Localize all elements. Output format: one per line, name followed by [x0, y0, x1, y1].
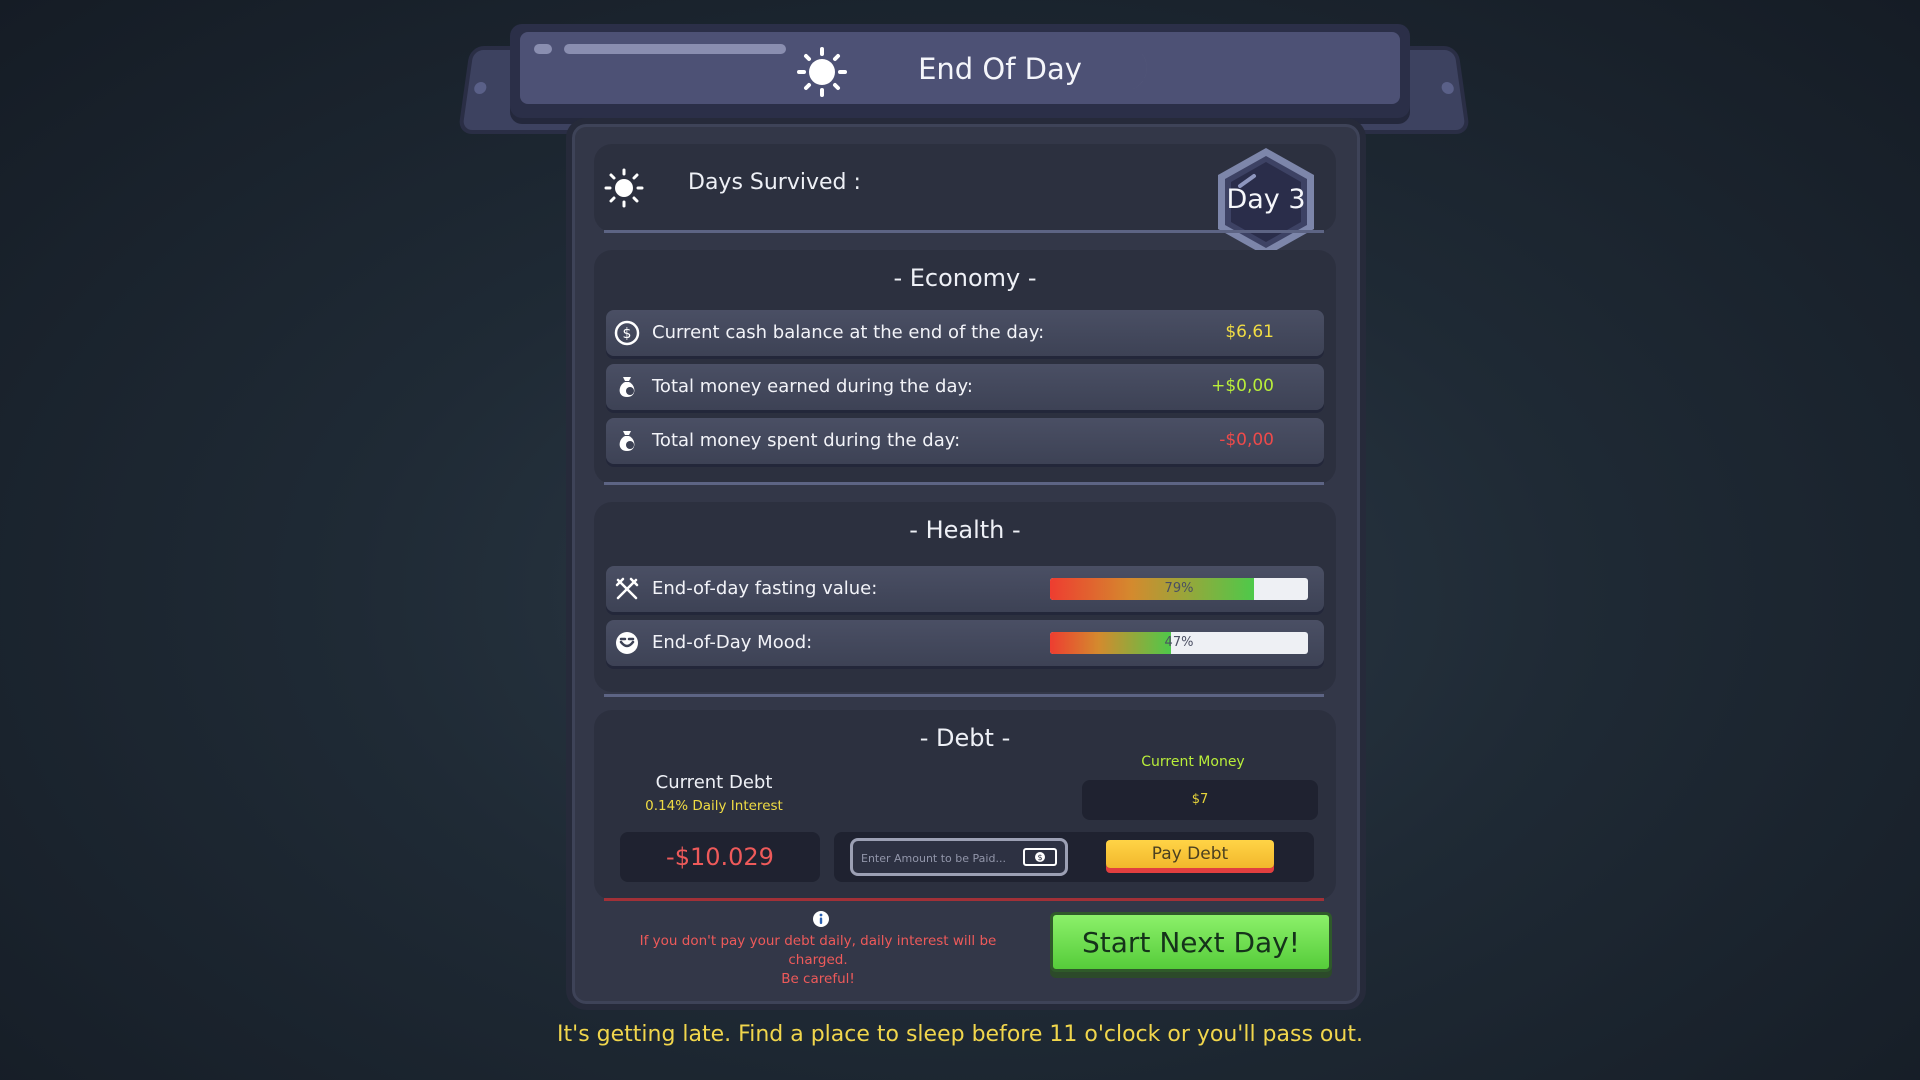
cash-balance-label: Current cash balance at the end of the d…: [652, 322, 1045, 343]
days-survived-row: Days Survived : Day 3: [594, 144, 1336, 256]
cash-balance-row: $ Current cash balance at the end of the…: [606, 310, 1324, 356]
pay-amount-field[interactable]: $: [850, 838, 1068, 876]
money-earned-row: Total money earned during the day: +$0,0…: [606, 364, 1324, 410]
mood-label: End-of-Day Mood:: [652, 632, 813, 653]
mood-percent: 47%: [1164, 635, 1194, 650]
sun-icon: [604, 168, 644, 208]
debt-title: - Debt -: [919, 724, 1011, 752]
current-money-box: $7: [1082, 780, 1318, 820]
economy-section: - Economy - $ Current cash balance at th…: [594, 250, 1336, 484]
economy-title: - Economy -: [893, 264, 1037, 292]
sleep-reminder-message: It's getting late. Find a place to sleep…: [557, 1022, 1363, 1047]
fasting-label: End-of-day fasting value:: [652, 578, 878, 599]
smiley-icon: [616, 632, 638, 654]
current-debt-label: Current Debt: [655, 772, 773, 793]
sun-icon: [797, 47, 847, 97]
info-icon: [813, 911, 829, 927]
warning-line-2: Be careful!: [781, 971, 855, 987]
debt-warning-text: If you don't pay your debt daily, daily …: [608, 932, 1028, 989]
moon-icon: [1110, 50, 1147, 91]
health-title: - Health -: [909, 516, 1021, 544]
money-bag-icon: [619, 431, 635, 451]
debt-section: - Debt - Current Debt 0.14% Daily Intere…: [594, 710, 1336, 900]
divider: [604, 230, 1324, 233]
divider: [604, 694, 1324, 697]
money-earned-label: Total money earned during the day:: [652, 376, 973, 397]
daily-interest-label: 0.14% Daily Interest: [645, 798, 783, 814]
divider: [604, 482, 1324, 485]
health-section: - Health - End-of-day fasting value: 79%…: [594, 502, 1336, 692]
pay-debt-button[interactable]: Pay Debt: [1106, 840, 1274, 868]
fasting-percent: 79%: [1164, 581, 1194, 596]
money-bag-icon: [619, 377, 635, 397]
cash-balance-value: $6,61: [1225, 322, 1274, 342]
debt-value-box: -$10.029: [620, 832, 820, 882]
fork-knife-icon: [615, 577, 639, 600]
money-spent-value: -$0,00: [1219, 430, 1274, 450]
header-banner: End Of Day: [510, 24, 1410, 118]
mood-progress-bar: 47%: [1050, 632, 1308, 654]
money-spent-label: Total money spent during the day:: [652, 430, 961, 451]
current-money-label: Current Money: [1141, 754, 1245, 770]
fasting-row: End-of-day fasting value: 79%: [606, 566, 1324, 612]
divider-red: [604, 898, 1324, 901]
day-counter: Day 3: [1226, 184, 1306, 215]
svg-text:$: $: [623, 326, 632, 342]
dollar-coin-icon: $: [614, 320, 640, 346]
money-earned-value: +$0,00: [1211, 376, 1274, 396]
pay-amount-input[interactable]: [859, 846, 1021, 870]
money-spent-row: Total money spent during the day: -$0,00: [606, 418, 1324, 464]
pay-debt-area: $ Pay Debt: [834, 832, 1314, 882]
start-next-day-button[interactable]: Start Next Day!: [1050, 912, 1332, 972]
fasting-progress-bar: 79%: [1050, 578, 1308, 600]
end-of-day-panel: Days Survived : Day 3 - Economy - $ Curr…: [566, 118, 1366, 1010]
mood-row: End-of-Day Mood: 47%: [606, 620, 1324, 666]
warning-line-1: If you don't pay your debt daily, daily …: [639, 933, 997, 968]
current-money-value: $7: [1191, 792, 1209, 807]
days-survived-label: Days Survived :: [688, 170, 861, 195]
page-title: End Of Day: [918, 52, 1082, 86]
cash-icon: $: [1023, 848, 1057, 866]
svg-text:$: $: [1037, 853, 1042, 862]
current-debt-value: -$10.029: [666, 843, 774, 871]
